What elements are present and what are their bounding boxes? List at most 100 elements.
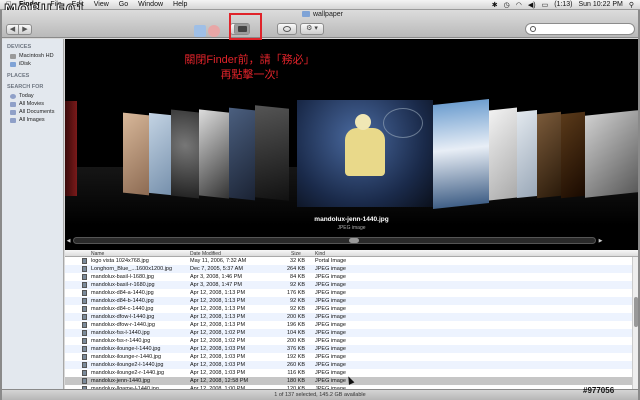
cell-size: 104 KB bbox=[286, 329, 305, 336]
annotation-line-1: 關閉Finder前，請「務必」 bbox=[184, 54, 315, 66]
jpeg-file-icon bbox=[82, 298, 87, 304]
cell-date: Apr 12, 2008, 1:03 PM bbox=[190, 353, 246, 360]
sidebar-item-all-images[interactable]: All Images bbox=[2, 116, 63, 124]
table-row[interactable]: mandolux-dfow-l-1440.jpg Apr 12, 2008, 1:… bbox=[65, 313, 638, 321]
cell-size: 92 KB bbox=[290, 281, 305, 288]
jpeg-file-icon bbox=[82, 378, 87, 384]
table-row[interactable]: mandolux-dfow-r-1440.jpg Apr 12, 2008, 1:… bbox=[65, 321, 638, 329]
search-input[interactable] bbox=[525, 23, 635, 35]
cover-thumbnail[interactable] bbox=[229, 107, 255, 201]
bluetooth-icon[interactable]: ✱ bbox=[492, 1, 498, 9]
cell-size: 200 KB bbox=[286, 313, 305, 320]
quick-look-button[interactable] bbox=[277, 23, 297, 35]
list-scroll-thumb[interactable] bbox=[634, 297, 638, 327]
cover-thumbnail[interactable] bbox=[585, 110, 638, 198]
table-row[interactable]: mandolux-ilounge-r-1440.jpg Apr 12, 2008,… bbox=[65, 353, 638, 361]
cover-thumbnail[interactable] bbox=[255, 105, 289, 201]
sidebar-item-macintosh-hd[interactable]: Macintosh HD bbox=[2, 52, 63, 60]
table-row[interactable]: mandolux-d84-b-1440.jpg Apr 12, 2008, 1:1… bbox=[65, 297, 638, 305]
cell-size: 200 KB bbox=[286, 337, 305, 344]
cell-name: mandolux-fss-r-1440.jpg bbox=[91, 337, 151, 344]
menu-clock[interactable]: Sun 10:22 PM bbox=[578, 1, 622, 8]
cover-thumbnail[interactable] bbox=[123, 112, 149, 196]
sidebar-item-label: iDisk bbox=[19, 61, 31, 67]
smart-folder-icon bbox=[10, 101, 16, 107]
menu-go[interactable]: Go bbox=[114, 1, 133, 8]
cover-thumbnail[interactable] bbox=[537, 111, 561, 199]
sidebar-item-all-movies[interactable]: All Movies bbox=[2, 100, 63, 108]
sidebar-item-all-documents[interactable]: All Documents bbox=[2, 108, 63, 116]
cell-date: May 11, 2006, 7:32 AM bbox=[190, 257, 247, 264]
menu-view[interactable]: View bbox=[89, 1, 114, 8]
battery-time[interactable]: (1:13) bbox=[554, 1, 572, 8]
sidebar: DEVICES Macintosh HD iDisk PLACES SEARCH… bbox=[2, 39, 64, 389]
table-row[interactable]: Longhorn_Blue_...1600x1200.jpg Dec 7, 200… bbox=[65, 265, 638, 273]
cover-thumbnail[interactable] bbox=[489, 107, 517, 201]
cover-thumbnail[interactable] bbox=[517, 109, 537, 199]
jpeg-file-icon bbox=[82, 274, 87, 280]
cell-kind: JPEG image bbox=[315, 377, 346, 384]
sidebar-item-idisk[interactable]: iDisk bbox=[2, 60, 63, 68]
delete-toolbar-icon[interactable] bbox=[208, 25, 220, 37]
action-button[interactable]: ⚙ ▾ bbox=[300, 23, 324, 35]
menu-help[interactable]: Help bbox=[168, 1, 192, 8]
cover-thumbnail[interactable] bbox=[65, 101, 77, 196]
eye-icon bbox=[283, 26, 291, 32]
cell-date: Apr 12, 2008, 1:13 PM bbox=[190, 305, 246, 312]
table-row[interactable]: mandolux-d84-c-1440.jpg Apr 12, 2008, 1:1… bbox=[65, 305, 638, 313]
cell-size: 192 KB bbox=[286, 353, 305, 360]
status-bar: 1 of 137 selected, 145.2 GB available bbox=[2, 389, 638, 400]
cover-selected[interactable] bbox=[297, 100, 433, 207]
idisk-icon bbox=[10, 61, 16, 67]
spotlight-icon[interactable]: ⚲ bbox=[629, 1, 634, 9]
table-row[interactable]: mandolux-fss-l-1440.jpg Apr 12, 2008, 1:0… bbox=[65, 329, 638, 337]
table-row[interactable]: mandolux-basil-r-1680.jpg Apr 3, 2008, 1:… bbox=[65, 281, 638, 289]
coverflow-left-arrow[interactable]: ◀ bbox=[65, 238, 72, 244]
battery-icon[interactable]: ▭ bbox=[542, 1, 549, 9]
cover-thumbnail[interactable] bbox=[171, 109, 199, 199]
cell-size: 180 KB bbox=[286, 377, 305, 384]
folder-toolbar-icon[interactable] bbox=[194, 25, 206, 37]
menu-bar:  Finder File Edit View Go Window Help ✱… bbox=[0, 0, 640, 10]
table-row[interactable]: mandolux-ilounge2-l-1440.jpg Apr 12, 2008… bbox=[65, 361, 638, 369]
list-rows: logo vista 1024x768.jpg May 11, 2006, 7:3… bbox=[65, 257, 638, 390]
cell-kind: JPEG image bbox=[315, 265, 346, 272]
coverflow-scroll-thumb[interactable] bbox=[349, 238, 359, 243]
jpeg-file-icon bbox=[82, 370, 87, 376]
cover-thumbnail[interactable] bbox=[433, 99, 489, 209]
coverflow-scrollbar[interactable] bbox=[73, 237, 596, 244]
table-row[interactable]: mandolux-basil-l-1680.jpg Apr 3, 2008, 1:… bbox=[65, 273, 638, 281]
volume-icon[interactable]: ◀) bbox=[528, 1, 536, 9]
wifi-icon[interactable]: ◠ bbox=[516, 1, 522, 9]
cover-thumbnail[interactable] bbox=[561, 111, 585, 199]
cell-name: mandolux-ilounge2-l-1440.jpg bbox=[91, 361, 164, 368]
cell-kind: JPEG image bbox=[315, 329, 346, 336]
timemachine-icon[interactable]: ◷ bbox=[504, 1, 510, 9]
jpeg-file-icon bbox=[82, 266, 87, 272]
coverflow-pane[interactable]: mandolux-jenn-1440.jpg JPEG image ◀ ▶ bbox=[65, 39, 638, 250]
cell-name: mandolux-d84-b-1440.jpg bbox=[91, 297, 154, 304]
cell-kind: JPEG image bbox=[315, 305, 346, 312]
cell-date: Apr 12, 2008, 12:58 PM bbox=[190, 377, 249, 384]
sidebar-places-header: PLACES bbox=[7, 73, 30, 79]
cover-thumbnail[interactable] bbox=[149, 112, 171, 196]
cell-kind: JPEG image bbox=[315, 281, 346, 288]
finder-window: wallpaper ◀ ▶ ⚙ ▾ DEVICES Macintosh HD i… bbox=[2, 10, 638, 400]
list-scrollbar[interactable] bbox=[632, 257, 638, 390]
coverflow-right-arrow[interactable]: ▶ bbox=[597, 238, 604, 244]
cover-figure bbox=[345, 128, 385, 176]
folder-icon bbox=[302, 11, 310, 17]
menu-window[interactable]: Window bbox=[133, 1, 168, 8]
clock-icon bbox=[10, 93, 16, 99]
table-row[interactable]: mandolux-fss-r-1440.jpg Apr 12, 2008, 1:0… bbox=[65, 337, 638, 345]
cell-name: mandolux-fss-l-1440.jpg bbox=[91, 329, 150, 336]
hard-drive-icon bbox=[10, 53, 16, 59]
back-button[interactable]: ◀ bbox=[6, 24, 19, 35]
cell-kind: JPEG image bbox=[315, 361, 346, 368]
table-row[interactable]: mandolux-ilounge-l-1440.jpg Apr 12, 2008,… bbox=[65, 345, 638, 353]
sidebar-item-today[interactable]: Today bbox=[2, 92, 63, 100]
table-row[interactable]: logo vista 1024x768.jpg May 11, 2006, 7:3… bbox=[65, 257, 638, 265]
cover-thumbnail[interactable] bbox=[199, 109, 229, 199]
forward-button[interactable]: ▶ bbox=[19, 24, 32, 35]
table-row[interactable]: mandolux-d84-a-1440.jpg Apr 12, 2008, 1:1… bbox=[65, 289, 638, 297]
